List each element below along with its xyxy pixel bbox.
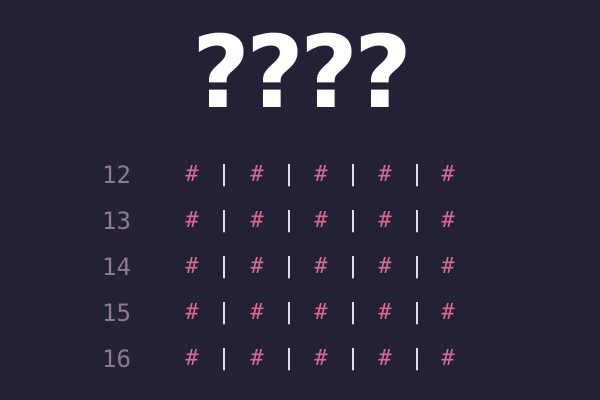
column-separator: | bbox=[282, 300, 296, 325]
grid-cell: # bbox=[250, 254, 264, 279]
grid-cell: # bbox=[314, 162, 328, 187]
grid-cell: # bbox=[250, 208, 264, 233]
line-number: 12 bbox=[102, 161, 131, 189]
column-separator: | bbox=[410, 162, 424, 187]
column-separator: | bbox=[410, 254, 424, 279]
line-number: 15 bbox=[102, 299, 131, 327]
column-separator: | bbox=[217, 300, 231, 325]
grid-cell: # bbox=[250, 300, 264, 325]
column-separator: | bbox=[217, 346, 231, 371]
column-separator: | bbox=[410, 300, 424, 325]
column-separator: | bbox=[346, 300, 360, 325]
grid-cell: # bbox=[441, 162, 455, 187]
grid-cell: # bbox=[378, 162, 392, 187]
column-separator: | bbox=[217, 208, 231, 233]
code-grid: 12 # | # | # | # | #13 # | # | # | # | #14 # | # | # | # | #15 # | # | #… bbox=[0, 0, 600, 400]
column-separator: | bbox=[282, 162, 296, 187]
grid-cell: # bbox=[378, 300, 392, 325]
grid-cell: # bbox=[378, 346, 392, 371]
column-separator: | bbox=[217, 254, 231, 279]
column-separator: | bbox=[410, 208, 424, 233]
grid-cell: # bbox=[441, 208, 455, 233]
grid-cell: # bbox=[250, 162, 264, 187]
grid-cell: # bbox=[314, 300, 328, 325]
column-separator: | bbox=[346, 254, 360, 279]
column-separator: | bbox=[282, 346, 296, 371]
grid-cell: # bbox=[185, 346, 199, 371]
grid-cell: # bbox=[441, 300, 455, 325]
column-separator: | bbox=[346, 346, 360, 371]
column-separator: | bbox=[346, 162, 360, 187]
line-number: 16 bbox=[102, 345, 131, 373]
grid-cell: # bbox=[185, 300, 199, 325]
column-separator: | bbox=[346, 208, 360, 233]
grid-cell: # bbox=[314, 254, 328, 279]
line-number: 13 bbox=[102, 207, 131, 235]
column-separator: | bbox=[282, 208, 296, 233]
grid-cell: # bbox=[314, 208, 328, 233]
grid-cell: # bbox=[441, 346, 455, 371]
column-separator: | bbox=[217, 162, 231, 187]
column-separator: | bbox=[282, 254, 296, 279]
grid-cell: # bbox=[185, 254, 199, 279]
grid-cell: # bbox=[441, 254, 455, 279]
grid-cell: # bbox=[185, 162, 199, 187]
grid-cell: # bbox=[250, 346, 264, 371]
line-number: 14 bbox=[102, 253, 131, 281]
grid-cell: # bbox=[185, 208, 199, 233]
grid-cell: # bbox=[378, 208, 392, 233]
column-separator: | bbox=[410, 346, 424, 371]
grid-cell: # bbox=[314, 346, 328, 371]
grid-cell: # bbox=[378, 254, 392, 279]
